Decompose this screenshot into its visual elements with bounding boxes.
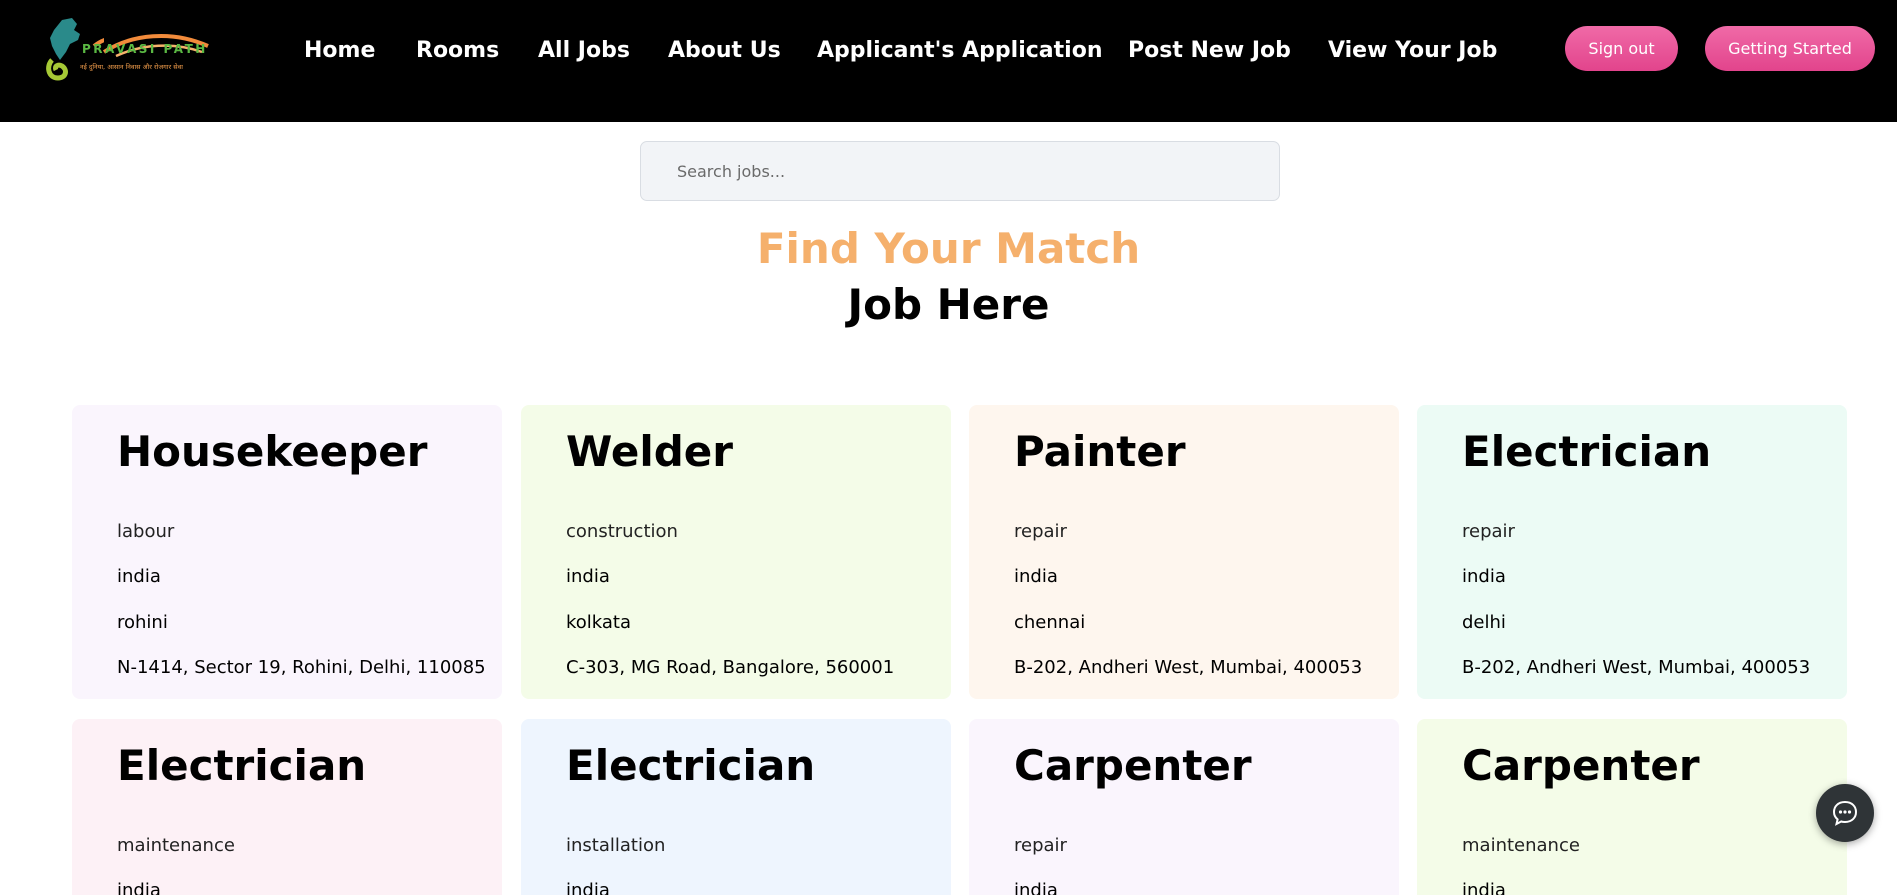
job-address: C-303, MG Road, Bangalore, 560001 [566, 657, 895, 678]
job-city: kolkata [566, 612, 632, 633]
job-title: Carpenter [1462, 741, 1700, 790]
job-card[interactable]: Electrician maintenance india [72, 719, 502, 895]
nav-about-us[interactable]: About Us [668, 38, 781, 63]
sign-out-button[interactable]: Sign out [1565, 26, 1678, 71]
job-city: rohini [117, 612, 168, 633]
job-title: Painter [1014, 427, 1186, 476]
job-city: delhi [1462, 612, 1506, 633]
nav-applicants-application[interactable]: Applicant's Application [817, 38, 1102, 63]
hero-title: Find Your Match [756, 224, 1141, 273]
search-input[interactable] [640, 141, 1280, 201]
hero-subtitle: Job Here [847, 280, 1050, 329]
job-address: B-202, Andheri West, Mumbai, 400053 [1014, 657, 1363, 678]
brand-logo[interactable]: PRAVASI PATH नई दुनिया, आसान निवास और रो… [44, 16, 224, 84]
job-card[interactable]: Electrician repair india delhi B-202, An… [1417, 405, 1847, 699]
job-country: india [1014, 566, 1058, 587]
job-country: india [1014, 880, 1058, 895]
job-address: N-1414, Sector 19, Rohini, Delhi, 110085 [117, 657, 486, 678]
getting-started-button[interactable]: Getting Started [1705, 26, 1875, 71]
nav-home[interactable]: Home [304, 38, 375, 63]
chat-bubble-icon [1832, 800, 1858, 826]
job-card[interactable]: Electrician installation india [521, 719, 951, 895]
job-card[interactable]: Painter repair india chennai B-202, Andh… [969, 405, 1399, 699]
job-category: labour [117, 521, 175, 542]
job-country: india [1462, 566, 1506, 587]
job-country: india [566, 566, 610, 587]
job-card[interactable]: Carpenter repair india [969, 719, 1399, 895]
job-title: Housekeeper [117, 427, 428, 476]
job-title: Electrician [566, 741, 816, 790]
nav-rooms[interactable]: Rooms [416, 38, 499, 63]
job-card[interactable]: Housekeeper labour india rohini N-1414, … [72, 405, 502, 699]
job-category: repair [1014, 521, 1067, 542]
job-title: Electrician [1462, 427, 1712, 476]
job-country: india [117, 566, 161, 587]
job-card[interactable]: Carpenter maintenance india [1417, 719, 1847, 895]
job-country: india [117, 880, 161, 895]
job-title: Welder [566, 427, 733, 476]
job-country: india [566, 880, 610, 895]
job-category: construction [566, 521, 678, 542]
job-category: repair [1462, 521, 1515, 542]
site-header: PRAVASI PATH नई दुनिया, आसान निवास और रो… [0, 0, 1897, 122]
nav-post-new-job[interactable]: Post New Job [1128, 38, 1291, 63]
job-country: india [1462, 880, 1506, 895]
job-category: repair [1014, 835, 1067, 856]
brand-name: PRAVASI PATH [82, 42, 208, 56]
job-card[interactable]: Welder construction india kolkata C-303,… [521, 405, 951, 699]
job-address: B-202, Andheri West, Mumbai, 400053 [1462, 657, 1811, 678]
chat-button[interactable] [1816, 784, 1874, 842]
job-category: installation [566, 835, 666, 856]
job-category: maintenance [1462, 835, 1580, 856]
nav-view-your-job[interactable]: View Your Job [1328, 38, 1497, 63]
job-title: Carpenter [1014, 741, 1252, 790]
job-category: maintenance [117, 835, 235, 856]
job-city: chennai [1014, 612, 1086, 633]
job-title: Electrician [117, 741, 367, 790]
nav-all-jobs[interactable]: All Jobs [538, 38, 630, 63]
brand-tagline: नई दुनिया, आसान निवास और रोजगार सेवा [80, 63, 183, 71]
